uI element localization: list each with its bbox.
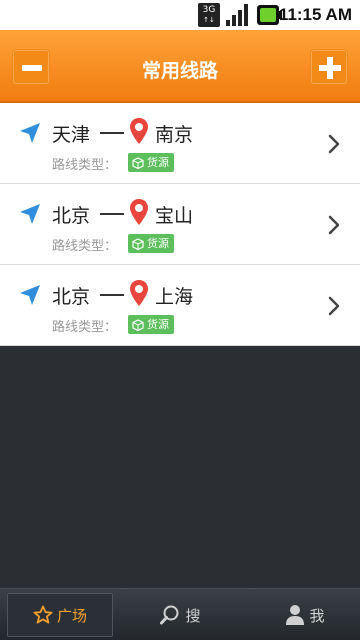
- battery-icon: [257, 5, 282, 25]
- chevron-right-icon: [328, 134, 340, 154]
- location-pin-icon: [130, 199, 148, 225]
- route-type-label: 路线类型：: [52, 239, 118, 254]
- route-destination: 上海: [155, 286, 194, 308]
- route-item[interactable]: 天津 南京 路线类型： 货源: [0, 103, 360, 184]
- route-destination: 南京: [155, 124, 194, 146]
- route-type-tag: 货源: [128, 315, 174, 334]
- route-type-label: 路线类型：: [52, 158, 118, 173]
- route-dash: [100, 213, 124, 215]
- route-item[interactable]: 北京 上海 路线类型： 货源: [0, 265, 360, 346]
- search-icon: [160, 605, 179, 625]
- route-dash: [100, 132, 124, 134]
- bottom-tab-bar: 广场 搜 我: [0, 588, 360, 640]
- user-icon: [286, 605, 305, 625]
- tab-square[interactable]: 广场: [7, 593, 113, 637]
- signal-icon: [226, 4, 250, 26]
- add-route-button[interactable]: [310, 49, 348, 85]
- location-pin-icon: [130, 280, 148, 306]
- location-pin-icon: [130, 118, 148, 144]
- route-origin: 天津: [52, 124, 91, 146]
- chevron-right-icon: [328, 215, 340, 235]
- star-icon: [33, 605, 53, 624]
- cargo-box-icon: [132, 318, 144, 331]
- route-type-label: 路线类型：: [52, 320, 118, 335]
- tab-label: 广场: [56, 606, 87, 625]
- route-type-value: 货源: [147, 156, 169, 169]
- route-type-tag: 货源: [128, 234, 174, 253]
- page-title: 常用线路: [141, 60, 218, 82]
- route-list: 天津 南京 路线类型： 货源 北京 宝山 路线类型： 货源 北京 上海 路线类型…: [0, 103, 360, 346]
- navigation-arrow-icon: [20, 123, 40, 143]
- cargo-box-icon: [132, 156, 144, 169]
- navigation-arrow-icon: [20, 204, 40, 224]
- route-destination: 宝山: [155, 205, 194, 227]
- chevron-right-icon: [328, 296, 340, 316]
- tab-label: 我: [309, 606, 325, 625]
- cargo-box-icon: [132, 237, 144, 250]
- route-origin: 北京: [52, 205, 91, 227]
- tab-label: 搜: [185, 606, 201, 625]
- navigation-arrow-icon: [20, 285, 40, 305]
- route-item[interactable]: 北京 宝山 路线类型： 货源: [0, 184, 360, 265]
- route-origin: 北京: [52, 286, 91, 308]
- route-type-value: 货源: [147, 318, 169, 331]
- status-time: 11:15 AM: [278, 5, 352, 24]
- route-type-value: 货源: [147, 237, 169, 250]
- route-type-tag: 货源: [128, 153, 174, 172]
- route-dash: [100, 294, 124, 296]
- status-bar: 3G ↑↓ 11:15 AM: [0, 0, 360, 30]
- network-3g-icon: 3G ↑↓: [198, 3, 220, 27]
- tab-search[interactable]: 搜: [130, 593, 230, 637]
- app-header: 常用线路: [0, 30, 360, 103]
- tab-me[interactable]: 我: [255, 593, 355, 637]
